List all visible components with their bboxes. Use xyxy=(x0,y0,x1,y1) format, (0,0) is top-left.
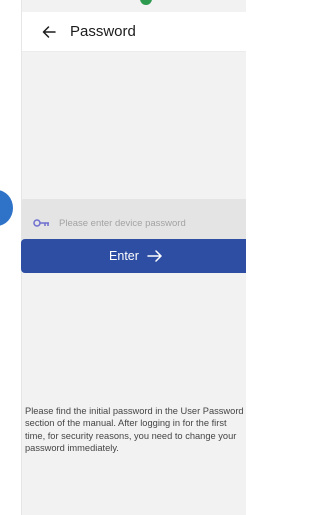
arrow-right-icon xyxy=(147,250,163,262)
page-title: Password xyxy=(70,23,136,40)
top-bar: Password xyxy=(22,12,246,52)
status-indicator xyxy=(140,0,152,5)
app-stage: Password Enter Please find the initial p… xyxy=(0,0,246,515)
back-button[interactable] xyxy=(34,17,64,47)
arrow-left-icon xyxy=(42,25,56,38)
enter-button[interactable]: Enter xyxy=(21,239,246,273)
floating-assist-button[interactable] xyxy=(0,190,13,226)
enter-button-label: Enter xyxy=(109,249,139,263)
key-icon xyxy=(33,218,51,228)
password-input[interactable] xyxy=(59,217,219,229)
initial-password-note: Please find the initial password in the … xyxy=(25,406,244,454)
